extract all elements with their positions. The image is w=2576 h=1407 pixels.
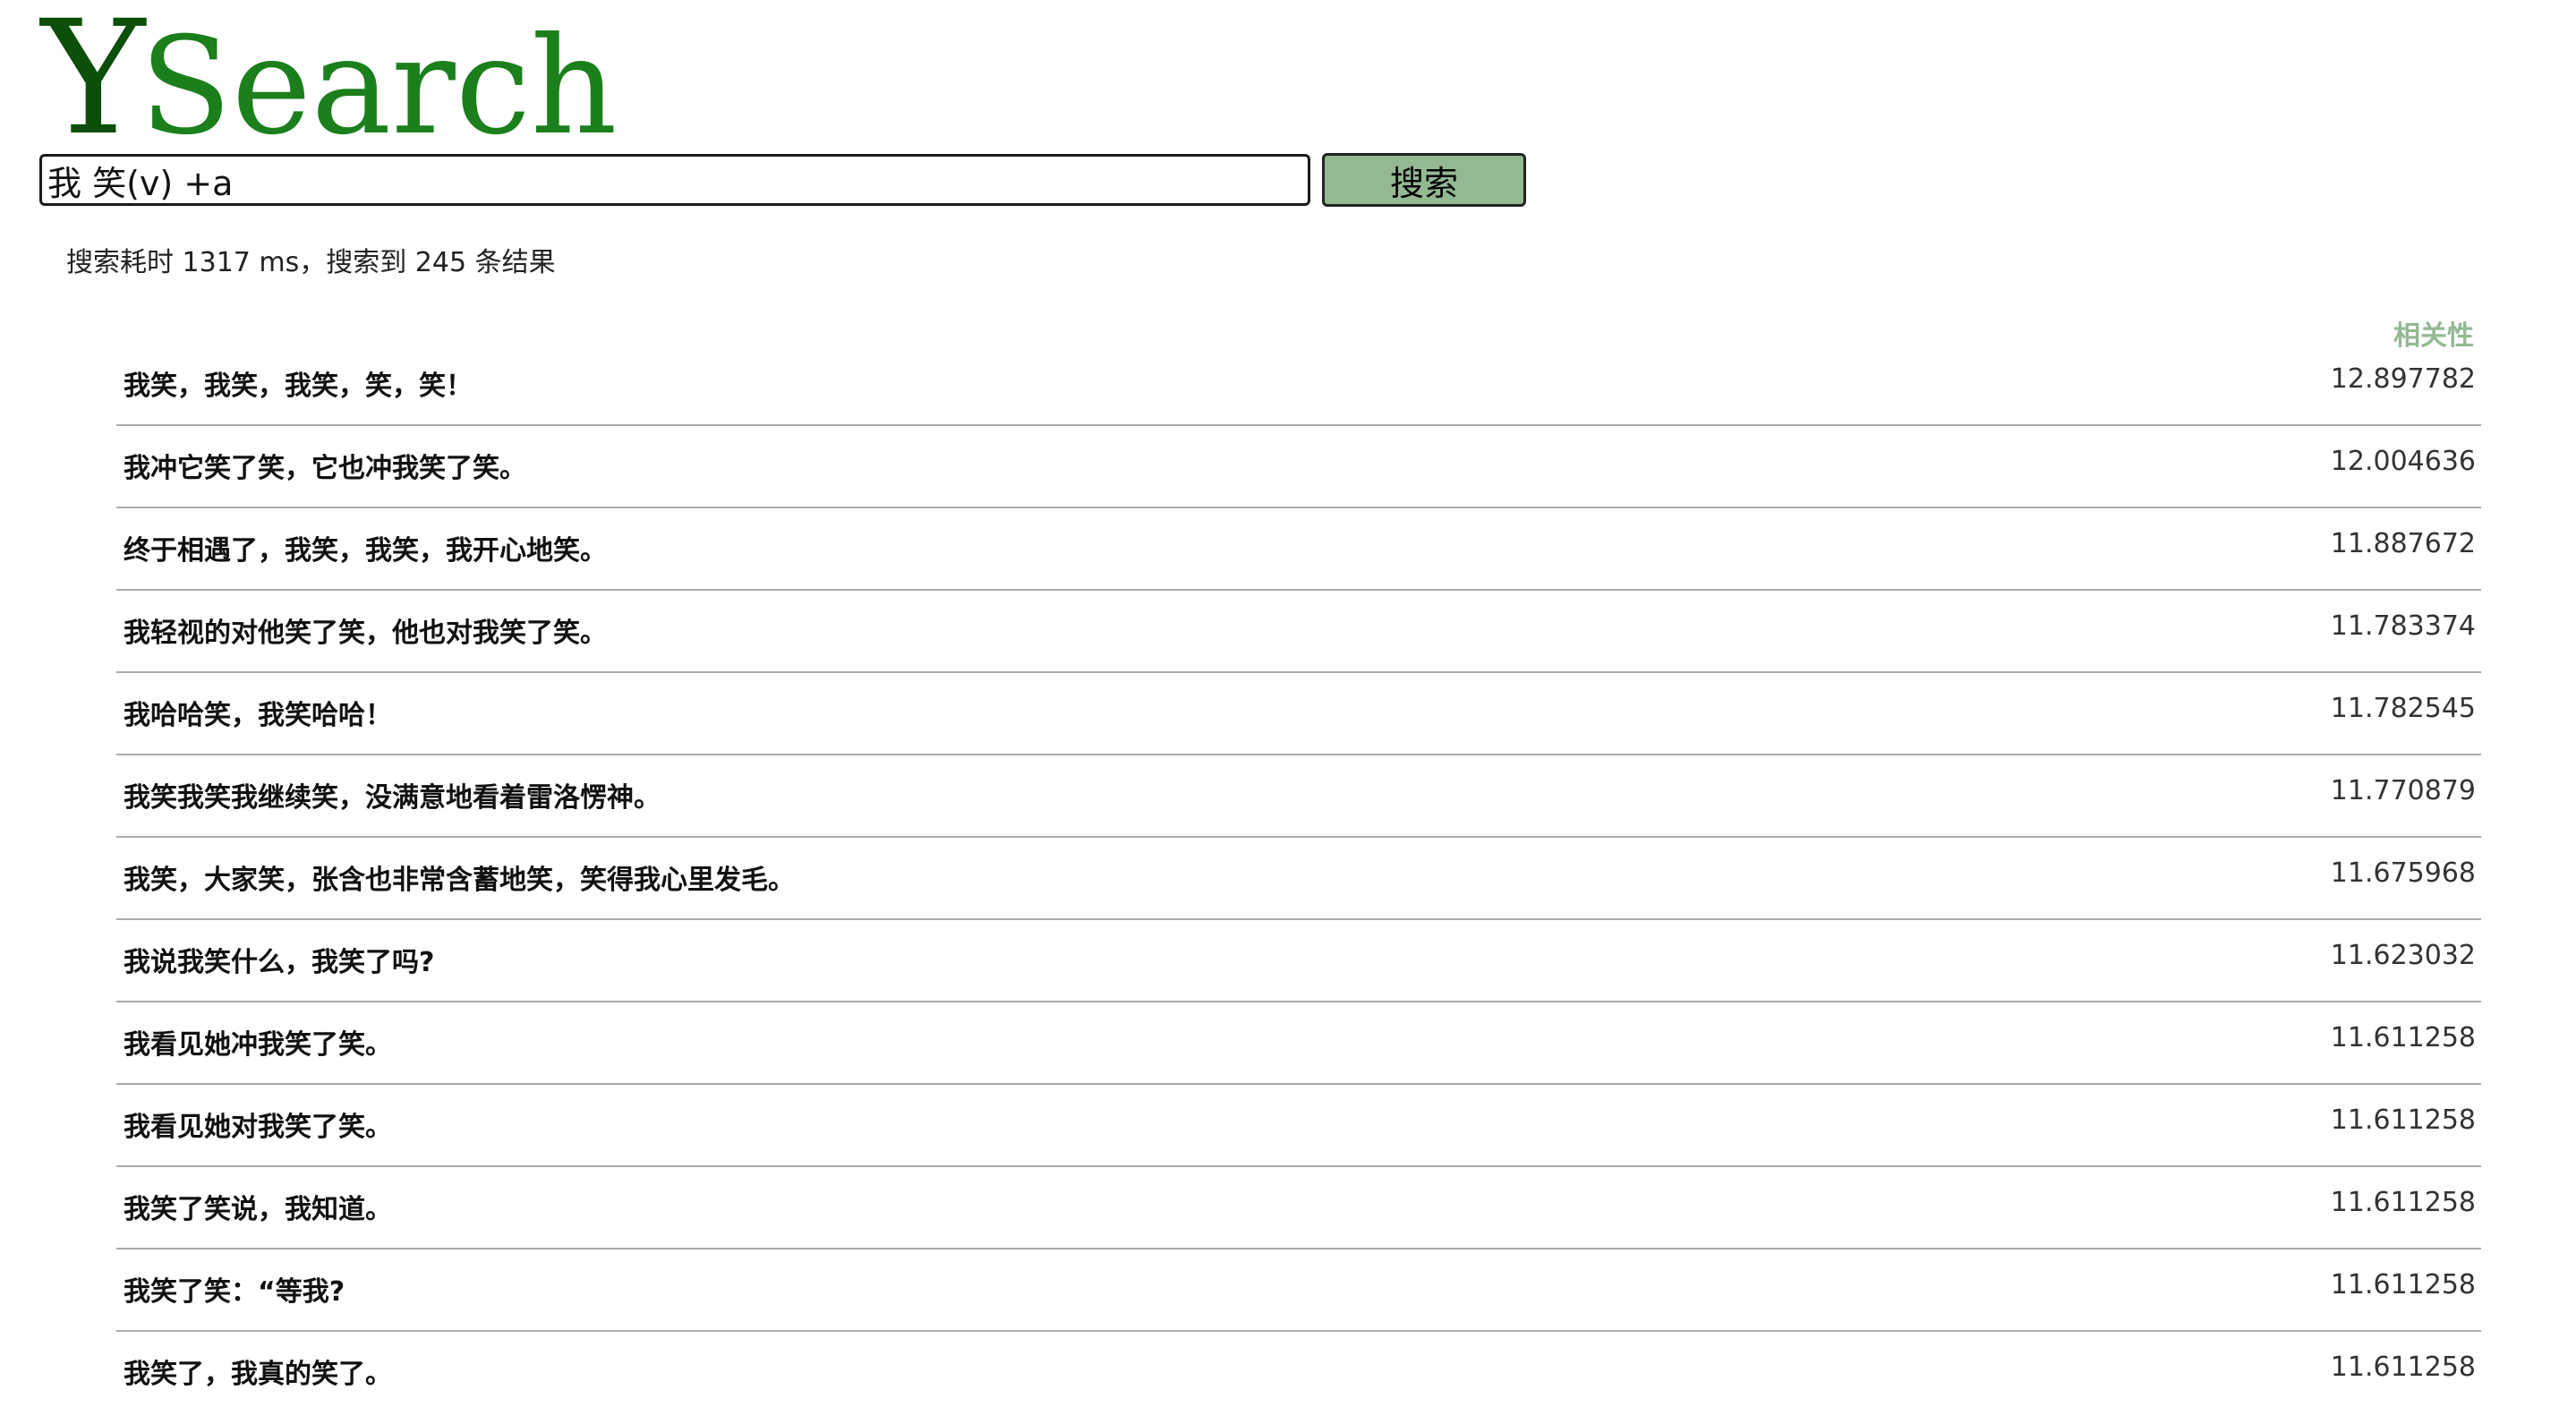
- result-row[interactable]: 我看见她冲我笑了笑。 11.611258: [116, 1002, 2481, 1085]
- result-text: 我说我笑什么，我笑了吗?: [124, 947, 435, 978]
- result-score: 11.611258: [2330, 1104, 2476, 1136]
- result-score: 11.623032: [2330, 940, 2476, 971]
- result-score: 11.887672: [2330, 528, 2476, 559]
- ysearch-logo[interactable]: YSearch: [41, 0, 617, 158]
- result-score: 11.611258: [2330, 1269, 2476, 1300]
- search-page: YSearch 搜索 搜索耗时 1317 ms，搜索到 245 条结果 相关性 …: [0, 0, 2576, 1407]
- result-text: 我笑了，我真的笑了。: [124, 1359, 392, 1390]
- result-text: 我笑我笑我继续笑，没满意地看着雷洛愣神。: [124, 782, 661, 814]
- result-score: 11.675968: [2330, 857, 2476, 889]
- result-score: 11.783374: [2330, 610, 2476, 642]
- search-stats: 搜索耗时 1317 ms，搜索到 245 条结果: [66, 247, 556, 278]
- result-score: 11.611258: [2330, 1022, 2476, 1053]
- result-score: 11.611258: [2330, 1352, 2476, 1383]
- result-row[interactable]: 我看见她对我笑了笑。 11.611258: [116, 1085, 2481, 1167]
- result-text: 我笑了笑说，我知道。: [124, 1194, 392, 1225]
- result-row[interactable]: 我笑了，我真的笑了。 11.611258: [116, 1332, 2481, 1407]
- result-score: 12.897782: [2330, 363, 2476, 395]
- result-text: 我轻视的对他笑了笑，他也对我笑了笑。: [124, 618, 607, 649]
- logo-first-letter: Y: [41, 0, 145, 170]
- search-button[interactable]: 搜索: [1322, 153, 1526, 207]
- result-score: 12.004636: [2330, 446, 2476, 477]
- result-text: 我冲它笑了笑，它也冲我笑了笑。: [124, 453, 526, 484]
- result-score: 11.611258: [2330, 1187, 2476, 1218]
- logo-rest: Search: [140, 9, 618, 165]
- result-row[interactable]: 终于相遇了，我笑，我笑，我开心地笑。 11.887672: [116, 508, 2481, 591]
- result-row[interactable]: 我笑我笑我继续笑，没满意地看着雷洛愣神。 11.770879: [116, 755, 2481, 838]
- result-row[interactable]: 我冲它笑了笑，它也冲我笑了笑。 12.004636: [116, 426, 2481, 508]
- result-text: 我哈哈笑，我笑哈哈！: [124, 700, 392, 731]
- result-text: 我笑，大家笑，张含也非常含蓄地笑，笑得我心里发毛。: [124, 865, 795, 896]
- result-row[interactable]: 我笑，我笑，我笑，笑，笑！ 12.897782: [116, 344, 2481, 426]
- result-score: 11.770879: [2330, 775, 2476, 806]
- search-input[interactable]: [39, 154, 1310, 206]
- result-score: 11.782545: [2330, 693, 2476, 724]
- result-row[interactable]: 我笑了笑：“等我? 11.611258: [116, 1249, 2481, 1332]
- result-text: 终于相遇了，我笑，我笑，我开心地笑。: [124, 535, 607, 567]
- results-list: 我笑，我笑，我笑，笑，笑！ 12.897782 我冲它笑了笑，它也冲我笑了笑。 …: [116, 344, 2481, 1407]
- result-text: 我笑了笑：“等我?: [124, 1276, 345, 1308]
- result-row[interactable]: 我笑，大家笑，张含也非常含蓄地笑，笑得我心里发毛。 11.675968: [116, 838, 2481, 920]
- result-text: 我笑，我笑，我笑，笑，笑！: [124, 371, 473, 402]
- result-row[interactable]: 我轻视的对他笑了笑，他也对我笑了笑。 11.783374: [116, 591, 2481, 673]
- result-row[interactable]: 我哈哈笑，我笑哈哈！ 11.782545: [116, 673, 2481, 755]
- result-row[interactable]: 我说我笑什么，我笑了吗? 11.623032: [116, 920, 2481, 1002]
- result-row[interactable]: 我笑了笑说，我知道。 11.611258: [116, 1167, 2481, 1249]
- result-text: 我看见她对我笑了笑。: [124, 1112, 392, 1143]
- result-text: 我看见她冲我笑了笑。: [124, 1029, 392, 1061]
